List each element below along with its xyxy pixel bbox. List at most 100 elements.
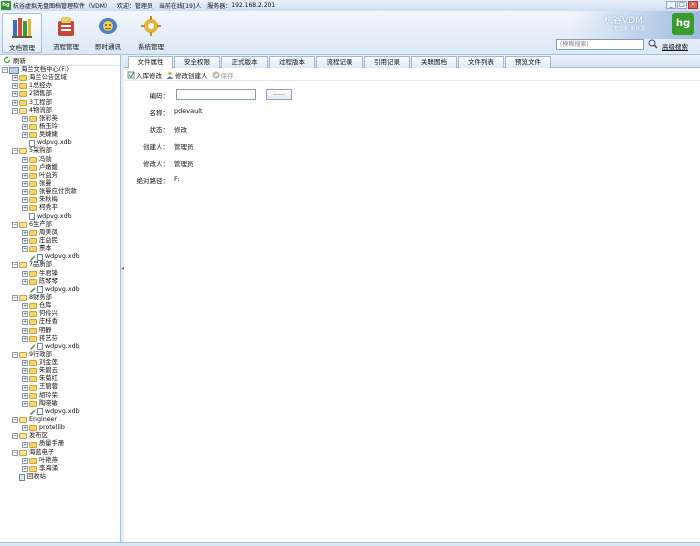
tree-folder-item[interactable]: + 张曼 <box>0 180 120 188</box>
expand-icon[interactable]: + <box>22 441 28 448</box>
expand-icon[interactable]: + <box>22 327 28 334</box>
expand-icon[interactable]: + <box>22 376 28 383</box>
tree-file-item[interactable]: wdpvg.xdb <box>0 408 120 416</box>
expand-icon[interactable]: + <box>12 99 18 106</box>
tree-folder-item[interactable]: − 7品质部 <box>0 261 120 269</box>
browse-button[interactable]: …… <box>266 89 292 100</box>
expand-icon[interactable]: + <box>22 115 28 122</box>
flow-management-button[interactable]: 流程管理 <box>46 13 86 53</box>
tree-folder-item[interactable]: + 仓库 <box>0 302 120 310</box>
expand-icon[interactable]: + <box>22 465 28 472</box>
tree-file-item[interactable]: wdpvg.xdb <box>0 343 120 351</box>
checkin-edit-button[interactable]: 入库修改 <box>127 70 162 80</box>
collapse-icon[interactable]: − <box>12 107 18 114</box>
expand-icon[interactable]: + <box>22 311 28 318</box>
expand-icon[interactable]: + <box>22 156 28 163</box>
expand-icon[interactable]: + <box>22 270 28 277</box>
collapse-icon[interactable]: − <box>12 417 18 424</box>
expand-icon[interactable]: + <box>12 91 18 98</box>
tree-folder-item[interactable]: + 庄益民 <box>0 237 120 245</box>
tree-folder-item[interactable]: + 票本 <box>0 245 120 253</box>
tree-folder-item[interactable]: + 柯秀平 <box>0 204 120 212</box>
tree-folder-item[interactable]: + 明静 <box>0 327 120 335</box>
tree-folder-item[interactable]: + 叶艳燕 <box>0 457 120 465</box>
tab-file-list[interactable]: 文件列表 <box>458 56 504 68</box>
tree-folder-item[interactable]: + 王丽蓉 <box>0 383 120 391</box>
tree-folder-item[interactable]: − 海兰文档中心(F:) <box>0 66 120 74</box>
tree-folder-item[interactable]: + 张曼应付货款 <box>0 188 120 196</box>
expand-icon[interactable]: + <box>22 246 28 253</box>
search-icon[interactable] <box>648 39 658 49</box>
collapse-icon[interactable]: − <box>12 351 18 358</box>
collapse-icon[interactable]: − <box>2 67 8 74</box>
expand-icon[interactable]: + <box>12 75 18 82</box>
expand-icon[interactable]: + <box>12 83 18 90</box>
tree-folder-item[interactable]: +3工程部 <box>0 99 120 107</box>
collapse-icon[interactable]: − <box>12 262 18 269</box>
tree-file-item[interactable]: wdpvg.xdb <box>0 213 120 221</box>
expand-icon[interactable]: + <box>22 132 28 139</box>
tab-security[interactable]: 安全权限 <box>174 56 220 68</box>
close-button[interactable]: × <box>688 1 698 9</box>
tree-folder-item[interactable]: + 蒋艺芬 <box>0 335 120 343</box>
tree-folder-item[interactable]: − 6生产部 <box>0 221 120 229</box>
edit-creator-button[interactable]: 修改创建人 <box>166 70 208 80</box>
system-management-button[interactable]: 系统管理 <box>131 13 171 53</box>
minimize-button[interactable]: _ <box>666 1 676 9</box>
expand-icon[interactable]: + <box>22 205 28 212</box>
tree-folder-item[interactable]: + 周美凤 <box>0 229 120 237</box>
code-input[interactable] <box>176 89 256 100</box>
save-button[interactable]: 保存 <box>212 70 234 80</box>
tree-folder-item[interactable]: − Engineer <box>0 416 120 424</box>
tree-folder-item[interactable]: + 卢嫩媛 <box>0 164 120 172</box>
tree-folder-item[interactable]: − 5采购部 <box>0 147 120 155</box>
expand-icon[interactable]: + <box>22 164 28 171</box>
tab-reference-records[interactable]: 引用记录 <box>364 56 410 68</box>
expand-icon[interactable]: + <box>22 384 28 391</box>
expand-icon[interactable]: + <box>22 400 28 407</box>
tree-folder-item[interactable]: + protellib <box>0 424 120 432</box>
expand-icon[interactable]: + <box>22 392 28 399</box>
tab-official-version[interactable]: 正式版本 <box>221 56 268 68</box>
tree-folder-item[interactable]: + 叶益芳 <box>0 172 120 180</box>
tree-folder-item[interactable]: + 何伶兴 <box>0 310 120 318</box>
tab-flow-records[interactable]: 流程记录 <box>316 56 363 68</box>
tree-folder-item[interactable]: + 杨玉玲 <box>0 123 120 131</box>
tree-folder-item[interactable]: + 张彩英 <box>0 115 120 123</box>
collapse-icon[interactable]: − <box>12 433 18 440</box>
advanced-search-link[interactable]: 高级搜索 <box>662 41 688 51</box>
tree-folder-item[interactable]: + 陶晓敏 <box>0 400 120 408</box>
tree-file-item[interactable]: wdpvg.xdb <box>0 286 120 294</box>
tree-file-item[interactable]: wdpvg.xdb <box>0 139 120 147</box>
tree-folder-item[interactable]: + 庄桂香 <box>0 318 120 326</box>
tree-folder-item[interactable]: + 冯勋 <box>0 156 120 164</box>
tree-folder-item[interactable]: + 陈琴琴 <box>0 278 120 286</box>
expand-icon[interactable]: + <box>22 238 28 245</box>
collapse-icon[interactable]: − <box>12 221 18 228</box>
tree-folder-item[interactable]: + 朱秋梅 <box>0 196 120 204</box>
tree-folder-item[interactable]: + 李海涌 <box>0 465 120 473</box>
tree-folder-item[interactable]: − 4物流部 <box>0 107 120 115</box>
maximize-button[interactable]: □ <box>677 1 687 9</box>
tree-folder-item[interactable]: + 刘金莲 <box>0 359 120 367</box>
tree-folder-item[interactable]: + 海兰公告区域 <box>0 74 120 82</box>
expand-icon[interactable]: + <box>22 368 28 375</box>
expand-icon[interactable]: + <box>22 181 28 188</box>
tree-folder-item[interactable]: + 质量手册 <box>0 440 120 448</box>
expand-icon[interactable]: + <box>22 303 28 310</box>
tab-preview[interactable]: 预览文件 <box>505 56 551 68</box>
expand-icon[interactable]: + <box>22 189 28 196</box>
tree-folder-item[interactable]: − 8财务部 <box>0 294 120 302</box>
tab-process-version[interactable]: 过程版本 <box>269 56 315 68</box>
tree-folder-item[interactable]: + 吴婕婕 <box>0 131 120 139</box>
instant-messaging-button[interactable]: 即时通讯 <box>88 13 128 53</box>
collapse-icon[interactable]: − <box>12 449 18 456</box>
collapse-icon[interactable]: − <box>12 295 18 301</box>
refresh-button[interactable]: 刷新 <box>0 55 120 66</box>
tree-file-item[interactable]: wdpvg.xdb <box>0 253 120 261</box>
expand-icon[interactable]: + <box>22 319 28 326</box>
tree-folder-item[interactable]: − 9行政部 <box>0 351 120 359</box>
doc-management-button[interactable]: 文档管理 <box>2 13 42 53</box>
tree-folder-item[interactable]: − 海蓝电子 <box>0 449 120 457</box>
search-input[interactable]: (模糊搜索) <box>556 39 644 50</box>
